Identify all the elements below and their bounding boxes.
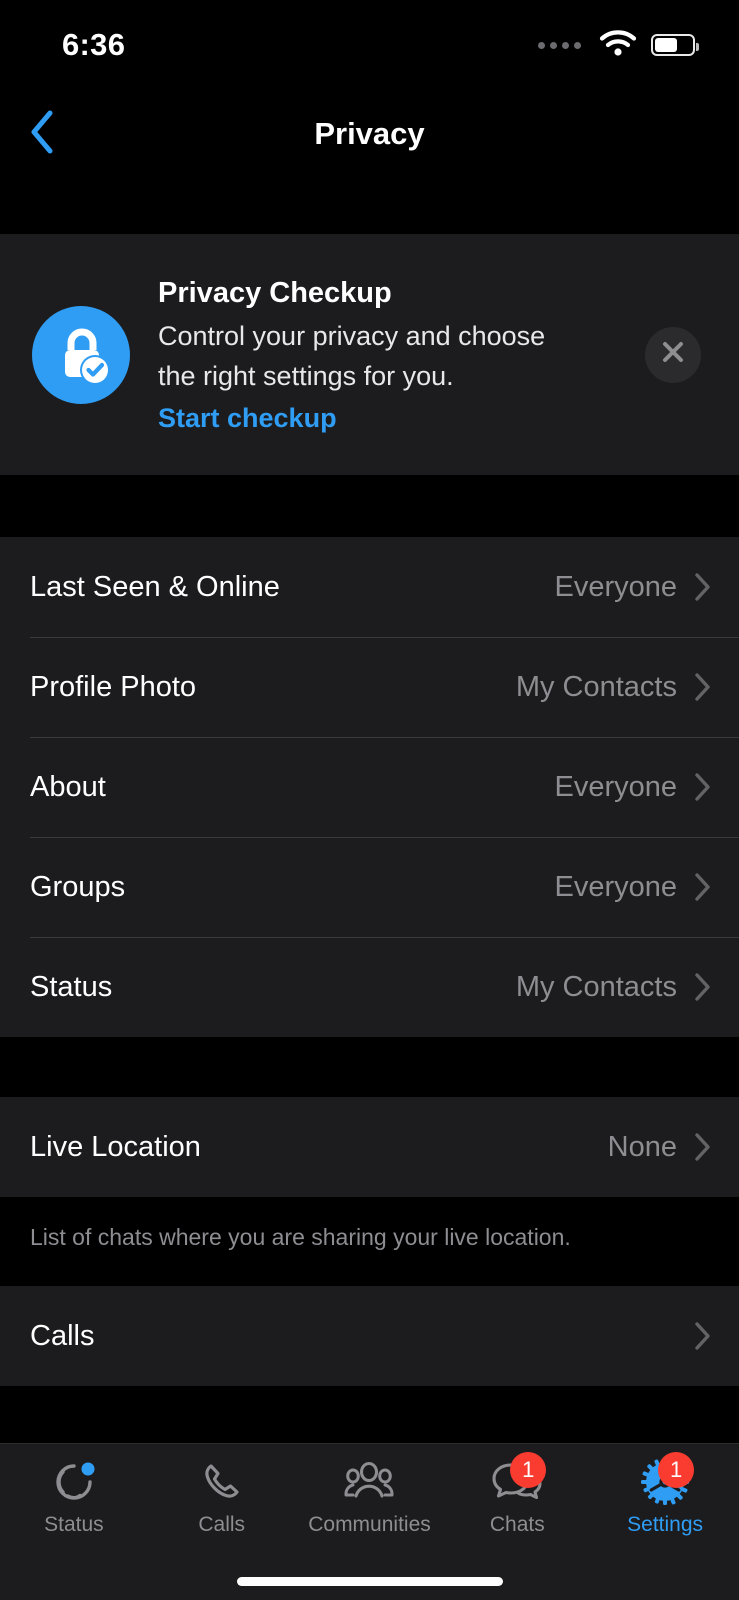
table-row[interactable]: Groups Everyone [0,837,739,937]
start-checkup-link[interactable]: Start checkup [158,403,337,434]
table-row[interactable]: Status My Contacts [0,937,739,1037]
status-bar: 6:36 [0,0,739,90]
tab-label: Communities [308,1513,431,1536]
battery-icon [651,34,699,56]
tab-communities[interactable]: Communities [296,1458,444,1537]
live-location-footnote: List of chats where you are sharing your… [0,1197,739,1253]
close-checkup-button[interactable] [645,326,701,383]
table-row[interactable]: Profile Photo My Contacts [0,637,739,737]
close-icon [660,339,686,370]
badge-settings: 1 [658,1452,695,1488]
live-location-section: Live Location None [0,1097,739,1197]
chevron-right-icon [695,873,711,901]
chats-bubbles-icon: 1 [486,1452,548,1506]
row-label: Calls [30,1319,95,1352]
tab-label: Settings [627,1513,704,1536]
privacy-checkup-card[interactable]: Privacy Checkup Control your privacy and… [0,234,739,475]
chevron-right-icon [695,1322,711,1350]
page-title: Privacy [314,116,425,151]
row-value: Everyone [554,770,677,803]
row-label: Profile Photo [30,670,197,703]
privacy-checkup-text: Privacy Checkup Control your privacy and… [158,275,645,434]
chevron-right-icon [695,573,711,601]
row-value: My Contacts [515,670,677,703]
status-rings-icon [43,1458,105,1506]
status-bar-time: 6:36 [62,27,126,62]
privacy-settings-section: Last Seen & Online Everyone Profile Phot… [0,537,739,1037]
signal-dots-icon [538,41,581,49]
chevron-right-icon [695,973,711,1001]
home-indicator [236,1577,503,1586]
tab-calls[interactable]: Calls [148,1458,296,1537]
privacy-checkup-title: Privacy Checkup [158,276,392,309]
chevron-right-icon [695,673,711,701]
row-value: Everyone [554,570,677,603]
wifi-icon [599,29,637,62]
tab-status[interactable]: Status [0,1458,148,1537]
row-label: About [30,770,106,803]
lock-check-icon [32,305,130,404]
status-bar-indicators [538,29,699,62]
table-row[interactable]: Calls [0,1286,739,1386]
tab-chats[interactable]: 1 Chats [443,1452,591,1537]
row-label: Status [30,970,113,1003]
calls-section: Calls [0,1286,739,1386]
chevron-right-icon [695,773,711,801]
table-row[interactable]: About Everyone [0,737,739,837]
phone-icon [191,1458,253,1506]
communities-icon [338,1458,400,1506]
table-row[interactable]: Last Seen & Online Everyone [0,537,739,637]
row-value: None [607,1130,677,1163]
tab-label: Chats [489,1513,545,1536]
privacy-checkup-description: Control your privacy and choose the righ… [158,321,546,392]
tab-settings[interactable]: 1 Settings [591,1452,739,1537]
table-row[interactable]: Live Location None [0,1097,739,1197]
row-value: Everyone [554,870,677,903]
row-value: My Contacts [515,970,677,1003]
tab-bar: Status Calls Communities 1 Chats 1 Setti… [0,1443,739,1600]
chevron-left-icon [28,109,56,160]
row-label: Live Location [30,1130,201,1163]
screen: 6:36 Privacy Privacy Checkup Control you… [0,0,739,1600]
navigation-bar: Privacy [0,90,739,178]
row-label: Groups [30,870,126,903]
tab-label: Status [44,1513,104,1536]
gear-icon: 1 [634,1452,696,1506]
chevron-right-icon [695,1133,711,1161]
back-button[interactable] [12,104,72,164]
tab-label: Calls [198,1513,246,1536]
row-label: Last Seen & Online [30,570,280,603]
